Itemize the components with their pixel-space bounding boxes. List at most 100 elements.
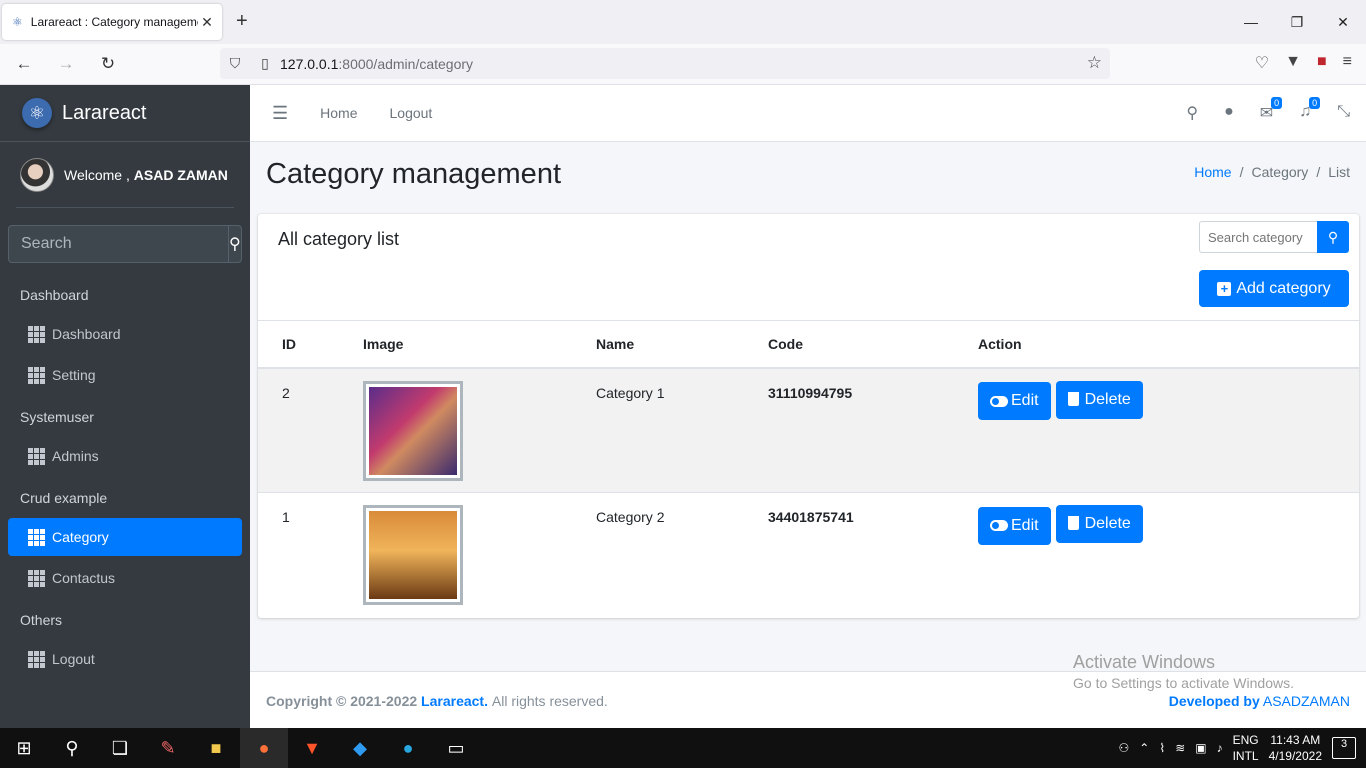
cell-name: Category 1 xyxy=(596,367,768,493)
edit-button[interactable]: Edit xyxy=(978,382,1051,420)
edit-label: Edit xyxy=(1011,392,1039,409)
reload-icon[interactable]: ↻ xyxy=(90,54,126,74)
rights-text: All rights reserved. xyxy=(491,693,608,709)
menu-header-crud: Crud example xyxy=(20,490,108,506)
col-id: ID xyxy=(258,320,363,369)
top-navbar: ☰ Home Logout ⚲ ● ✉ 0 ♫ 0 ⤡ xyxy=(250,85,1366,142)
notification-center-button[interactable]: 3 xyxy=(1332,737,1356,759)
card-title: All category list xyxy=(278,229,400,249)
sidebar-item-label: Dashboard xyxy=(52,326,121,342)
sidebar-item-category[interactable]: Category xyxy=(8,518,242,556)
pocket-icon[interactable]: ♡ xyxy=(1255,53,1269,73)
chevron-up-icon[interactable]: ⌃ xyxy=(1139,741,1149,755)
content-header: Category management Home / Category / List xyxy=(250,142,1366,214)
volume-icon[interactable]: ♪ xyxy=(1217,741,1223,755)
footer-brand-link[interactable]: Larareact. xyxy=(421,693,488,709)
paint-icon[interactable]: ✎ xyxy=(144,728,192,768)
restore-icon[interactable]: ❐ xyxy=(1274,0,1320,44)
sidebar-item-setting[interactable]: Setting xyxy=(8,356,242,394)
hamburger-menu-icon[interactable]: ☰ xyxy=(272,103,288,124)
forward-icon[interactable]: → xyxy=(48,54,84,74)
vscode-icon[interactable]: ◆ xyxy=(336,728,384,768)
category-search: ⚲ xyxy=(1199,221,1349,253)
notifications-button[interactable]: ♫ 0 xyxy=(1299,97,1321,123)
messages-button[interactable]: ✉ 0 xyxy=(1260,97,1283,123)
category-thumbnail xyxy=(363,505,463,605)
back-icon[interactable]: ← xyxy=(6,54,42,74)
close-tab-icon[interactable]: ✕ xyxy=(198,14,216,31)
close-window-icon[interactable]: ✕ xyxy=(1320,0,1366,44)
new-tab-icon[interactable]: + xyxy=(236,10,248,33)
sidebar-item-dashboard[interactable]: Dashboard xyxy=(8,315,242,353)
trash-icon xyxy=(1067,516,1079,530)
language-indicator[interactable]: ENG INTL xyxy=(1233,732,1259,764)
add-category-button[interactable]: + Add category xyxy=(1199,270,1349,307)
browser-tab-strip: ⚛ Larareact : Category manageme ✕ + — ❐ … xyxy=(0,0,1366,44)
clock[interactable]: 11:43 AM 4/19/2022 xyxy=(1269,732,1322,764)
user-name[interactable]: ASAD ZAMAN xyxy=(134,167,228,183)
extension-icon[interactable]: ▼ xyxy=(1285,53,1301,73)
menu-header-systemuser: Systemuser xyxy=(20,409,94,425)
welcome-prefix: Welcome , xyxy=(64,166,130,183)
messages-badge: 0 xyxy=(1271,97,1283,109)
grid-icon xyxy=(28,366,45,384)
sidebar-item-logout[interactable]: Logout xyxy=(8,640,242,678)
browser-tab[interactable]: ⚛ Larareact : Category manageme ✕ xyxy=(2,4,222,40)
lang-secondary: INTL xyxy=(1232,749,1259,763)
sidebar-search-button[interactable]: ⚲ xyxy=(228,225,242,263)
react-logo-icon: ⚛ xyxy=(22,98,52,128)
lang-primary: ENG xyxy=(1232,733,1259,747)
people-icon[interactable]: ⚇ xyxy=(1119,741,1130,755)
welcome-text: Welcome , ASAD ZAMAN xyxy=(64,167,228,183)
delete-button[interactable]: Delete xyxy=(1055,380,1143,419)
breadcrumb-separator: / xyxy=(1316,164,1321,180)
sidebar-item-contactus[interactable]: Contactus xyxy=(8,559,242,597)
nav-home-link[interactable]: Home xyxy=(320,105,357,121)
shield-icon[interactable]: ⛉ xyxy=(220,55,250,72)
edit-button[interactable]: Edit xyxy=(978,506,1051,545)
copyright: Copyright © 2021-2022 Larareact. All rig… xyxy=(266,693,608,709)
brave-icon[interactable]: ▼ xyxy=(288,728,336,768)
col-code: Code xyxy=(768,320,978,369)
extension-red-icon[interactable]: ■ xyxy=(1317,53,1327,73)
terminal-icon[interactable]: ▭ xyxy=(432,728,480,768)
menu-icon[interactable]: ≡ xyxy=(1343,53,1352,73)
watermark-subtitle: Go to Settings to activate Windows. xyxy=(1073,675,1294,691)
category-search-button[interactable]: ⚲ xyxy=(1317,221,1349,253)
copyright-text: Copyright © 2021-2022 xyxy=(266,693,418,709)
user-circle-icon[interactable]: ● xyxy=(1224,103,1234,123)
task-view-icon[interactable]: ❏ xyxy=(96,728,144,768)
developer-link[interactable]: ASADZAMAN xyxy=(1263,693,1350,709)
search-icon[interactable]: ⚲ xyxy=(48,728,96,768)
page-title: Category management xyxy=(266,158,561,190)
clock-time: 11:43 AM xyxy=(1270,733,1321,747)
clock-date: 4/19/2022 xyxy=(1268,749,1322,763)
breadcrumb-home[interactable]: Home xyxy=(1194,164,1231,180)
search-icon[interactable]: ⚲ xyxy=(1186,103,1198,123)
url-host: 127.0.0.1 xyxy=(280,55,339,72)
bookmark-star-icon[interactable]: ☆ xyxy=(1087,53,1102,73)
delete-button[interactable]: Delete xyxy=(1055,505,1143,543)
watermark-title: Activate Windows xyxy=(1073,652,1216,672)
react-favicon-icon: ⚛ xyxy=(12,15,23,29)
firefox-icon[interactable]: ● xyxy=(240,728,288,768)
wifi-icon[interactable]: ≋ xyxy=(1175,741,1185,755)
app-icon[interactable]: ● xyxy=(384,728,432,768)
minimize-icon[interactable]: — xyxy=(1228,0,1274,44)
grid-icon xyxy=(28,447,45,465)
windows-start-icon[interactable]: ⊞ xyxy=(0,728,48,768)
fullscreen-icon[interactable]: ⤡ xyxy=(1337,103,1350,123)
battery-icon[interactable]: ▣ xyxy=(1195,741,1206,755)
sidebar-item-admins[interactable]: Admins xyxy=(8,437,242,475)
network-icon[interactable]: ⌇ xyxy=(1159,741,1165,755)
grid-icon xyxy=(28,528,45,546)
nav-logout-link[interactable]: Logout xyxy=(390,105,433,121)
sidebar-search-input[interactable] xyxy=(8,225,228,263)
file-explorer-icon[interactable]: ■ xyxy=(192,728,240,768)
cell-action: Edit Delete xyxy=(978,492,1359,618)
url-bar[interactable]: ⛉ ▯ 127.0.0.1:8000/admin/category ☆ xyxy=(220,48,1110,79)
delete-label: Delete xyxy=(1084,390,1131,408)
category-card: All category list ⚲ + Add category ID Im… xyxy=(258,214,1359,618)
brand-link[interactable]: ⚛ Larareact xyxy=(0,85,250,142)
category-search-input[interactable] xyxy=(1199,221,1317,253)
